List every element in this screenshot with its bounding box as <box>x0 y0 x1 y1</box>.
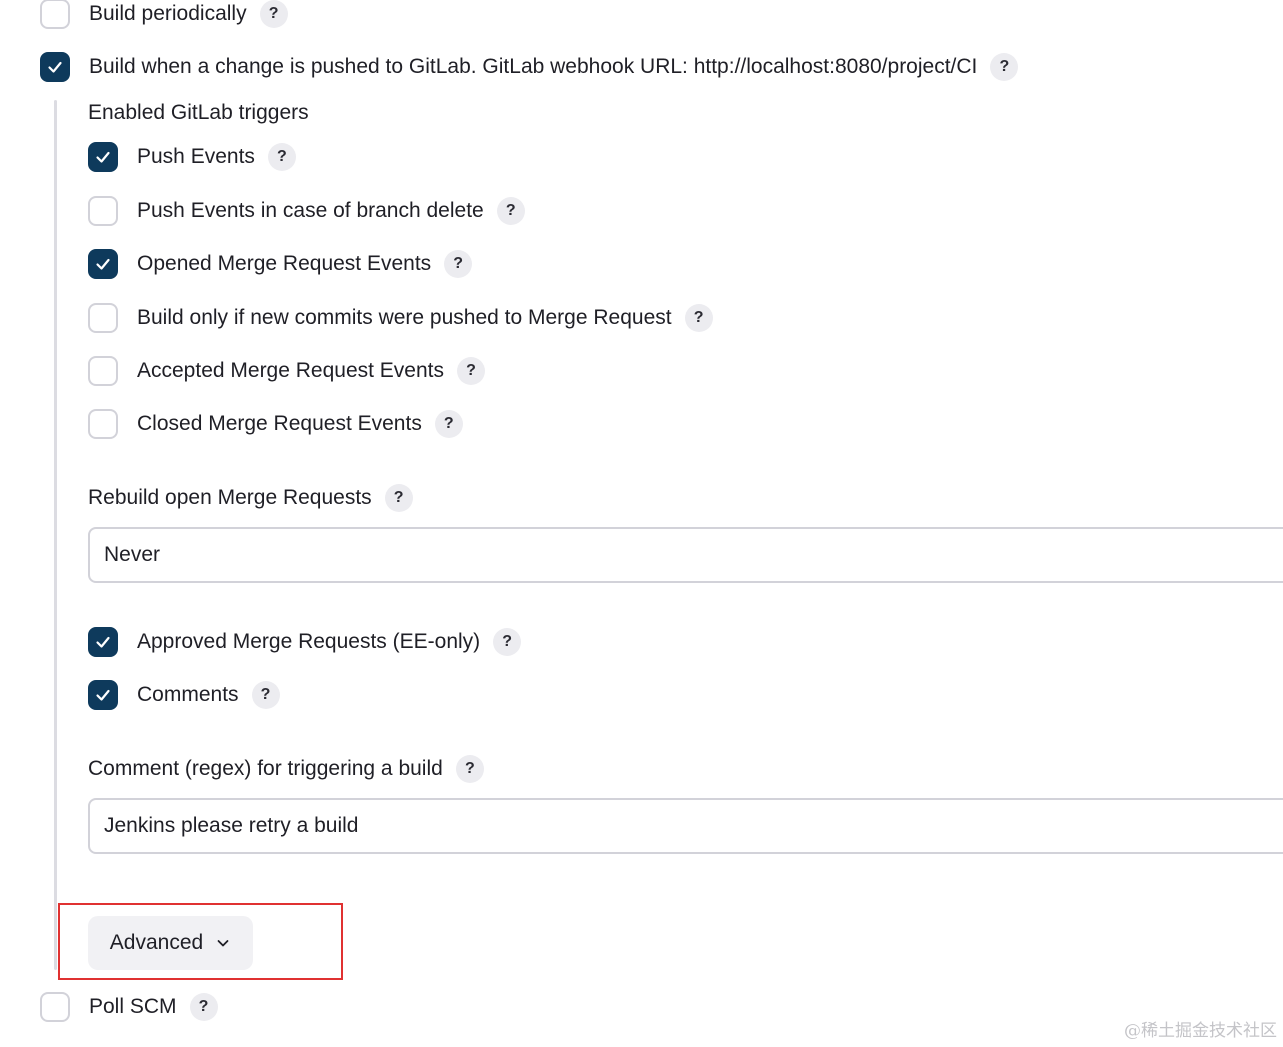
rebuild-open-mr-select[interactable]: Never <box>88 527 1283 583</box>
help-icon[interactable]: ? <box>251 681 280 709</box>
accepted-mr-label: Accepted Merge Request Events <box>137 359 445 382</box>
help-icon[interactable]: ? <box>434 410 463 438</box>
help-icon[interactable]: ? <box>267 143 296 171</box>
opened-mr-label: Opened Merge Request Events <box>137 252 432 275</box>
trigger-approved-mr: Approved Merge Requests (EE-only) ? <box>88 627 522 657</box>
closed-mr-label: Closed Merge Request Events <box>137 412 422 435</box>
push-branch-delete-label: Push Events in case of branch delete <box>137 199 484 222</box>
gitlab-push-trigger-label: Build when a change is pushed to GitLab.… <box>89 55 978 78</box>
poll-scm-checkbox[interactable] <box>40 992 70 1022</box>
help-icon[interactable]: ? <box>990 53 1019 81</box>
rebuild-open-mr-heading: Rebuild open Merge Requests ? <box>88 483 413 513</box>
enabled-triggers-heading: Enabled GitLab triggers <box>88 101 309 124</box>
build-periodically-checkbox[interactable] <box>40 0 70 29</box>
push-branch-delete-checkbox[interactable] <box>88 196 118 226</box>
comment-regex-label: Comment (regex) for triggering a build <box>88 757 443 780</box>
help-icon[interactable]: ? <box>444 250 473 278</box>
trigger-comments: Comments ? <box>88 680 280 710</box>
help-icon[interactable]: ? <box>259 0 288 28</box>
help-icon[interactable]: ? <box>457 357 486 385</box>
trigger-push-branch-delete: Push Events in case of branch delete ? <box>88 196 525 226</box>
new-commits-mr-label: Build only if new commits were pushed to… <box>137 306 672 329</box>
trigger-opened-mr: Opened Merge Request Events ? <box>88 249 473 279</box>
watermark: @稀土掘金技术社区 <box>1124 1021 1277 1041</box>
trigger-accepted-mr: Accepted Merge Request Events ? <box>88 356 486 386</box>
build-periodically-label: Build periodically <box>89 2 247 25</box>
push-events-label: Push Events <box>137 145 255 168</box>
gitlab-push-trigger-checkbox[interactable] <box>40 52 70 82</box>
comment-regex-heading: Comment (regex) for triggering a build ? <box>88 754 484 784</box>
push-events-checkbox[interactable] <box>88 142 118 172</box>
gitlab-push-trigger-option: Build when a change is pushed to GitLab.… <box>40 52 1019 82</box>
comment-regex-input[interactable]: Jenkins please retry a build <box>88 798 1283 854</box>
approved-mr-label: Approved Merge Requests (EE-only) <box>137 630 481 653</box>
help-icon[interactable]: ? <box>493 628 522 656</box>
comments-checkbox[interactable] <box>88 680 118 710</box>
comments-label: Comments <box>137 683 239 706</box>
help-icon[interactable]: ? <box>496 197 525 225</box>
annotation-highlight-box <box>58 903 343 980</box>
help-icon[interactable]: ? <box>384 484 413 512</box>
build-periodically-option: Build periodically ? <box>40 0 288 29</box>
closed-mr-checkbox[interactable] <box>88 409 118 439</box>
trigger-new-commits-mr: Build only if new commits were pushed to… <box>88 303 713 333</box>
poll-scm-option: Poll SCM ? <box>40 992 218 1022</box>
help-icon[interactable]: ? <box>455 755 484 783</box>
nested-section-divider <box>54 100 57 970</box>
new-commits-mr-checkbox[interactable] <box>88 303 118 333</box>
approved-mr-checkbox[interactable] <box>88 627 118 657</box>
rebuild-open-mr-label: Rebuild open Merge Requests <box>88 486 372 509</box>
help-icon[interactable]: ? <box>189 993 218 1021</box>
help-icon[interactable]: ? <box>684 304 713 332</box>
accepted-mr-checkbox[interactable] <box>88 356 118 386</box>
trigger-closed-mr: Closed Merge Request Events ? <box>88 409 463 439</box>
poll-scm-label: Poll SCM <box>89 995 177 1018</box>
opened-mr-checkbox[interactable] <box>88 249 118 279</box>
trigger-push-events: Push Events ? <box>88 142 296 172</box>
